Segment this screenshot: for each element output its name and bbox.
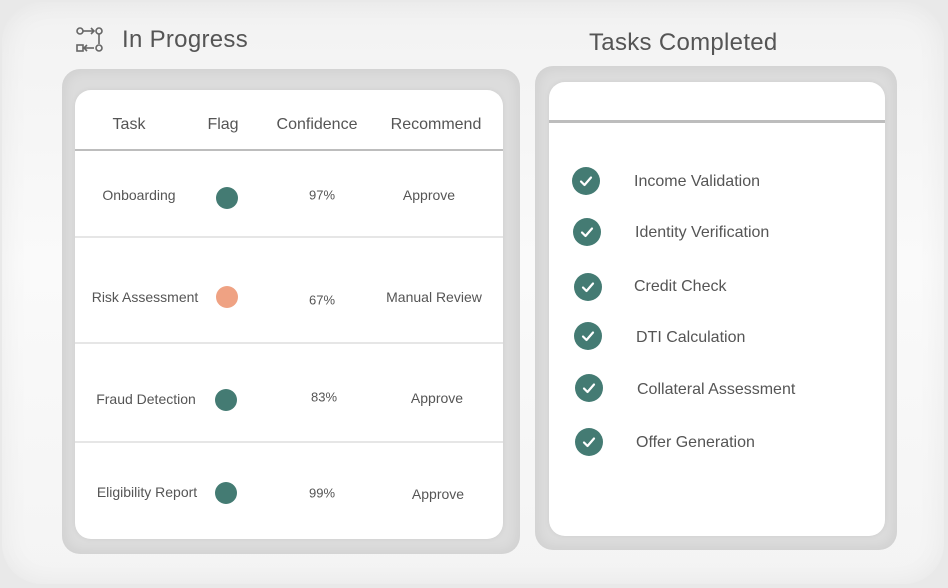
completed-task-label: Credit Check (634, 278, 727, 295)
table-cell-confidence: 99% (308, 485, 336, 501)
table-cell-recommend: Approve (410, 390, 464, 406)
flag-indicator (215, 482, 237, 504)
check-circle-icon (574, 322, 602, 350)
column-header-confidence[interactable]: Confidence (277, 116, 358, 134)
table-cell-recommend: Approve (402, 187, 456, 203)
completed-task-label: DTI Calculation (636, 329, 746, 346)
table-cell-confidence: 67% (308, 292, 336, 308)
column-header-task[interactable]: Task (113, 116, 146, 134)
table-header-divider (75, 149, 503, 151)
row-divider (75, 342, 503, 344)
flag-indicator (216, 187, 238, 209)
table-cell-task: Risk Assessment (91, 289, 199, 305)
in-progress-table (75, 90, 503, 539)
row-divider (75, 236, 503, 238)
column-header-recommend[interactable]: Recommend (391, 116, 482, 134)
table-cell-confidence: 97% (308, 187, 336, 203)
completed-header-divider (549, 120, 885, 123)
table-cell-task: Onboarding (102, 187, 176, 203)
row-divider (75, 441, 503, 443)
flag-indicator (216, 286, 238, 308)
check-circle-icon (572, 167, 600, 195)
table-cell-task: Eligibility Report (96, 484, 198, 500)
tasks-completed-title: Tasks Completed (589, 29, 778, 56)
table-cell-recommend: Manual Review (386, 289, 482, 305)
flag-indicator (215, 389, 237, 411)
completed-task-label: Collateral Assessment (637, 381, 796, 398)
check-circle-icon (575, 428, 603, 456)
in-progress-title: In Progress (122, 26, 249, 53)
completed-task-label: Identity Verification (635, 224, 770, 241)
completed-task-label: Offer Generation (636, 434, 755, 451)
column-header-flag[interactable]: Flag (207, 116, 238, 134)
table-cell-recommend: Approve (411, 486, 465, 502)
check-circle-icon (574, 273, 602, 301)
table-cell-task: Fraud Detection (96, 391, 196, 407)
check-circle-icon (573, 218, 601, 246)
table-cell-confidence: 83% (310, 389, 338, 405)
workflow-icon (76, 27, 103, 52)
tasks-completed-list (549, 82, 885, 536)
check-circle-icon (575, 374, 603, 402)
completed-task-label: Income Validation (634, 173, 760, 190)
